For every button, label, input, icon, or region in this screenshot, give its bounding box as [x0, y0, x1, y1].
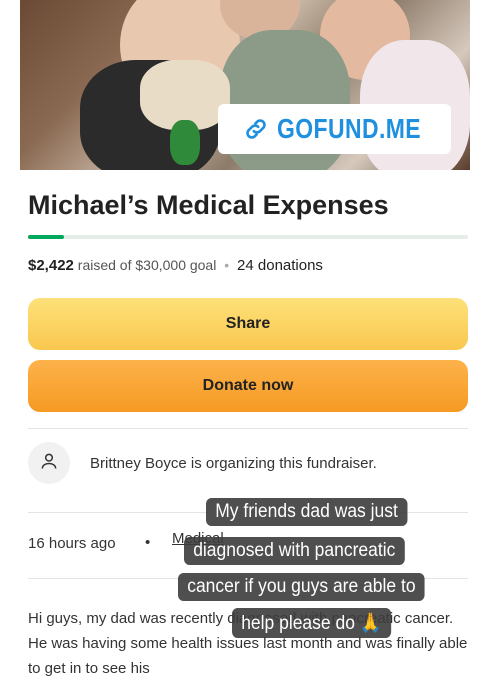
story-caption-line: cancer if you guys are able to [178, 573, 425, 601]
donation-count: 24 donations [237, 257, 323, 274]
progress-fill [28, 235, 64, 239]
story-caption-line: diagnosed with pancreatic [184, 537, 405, 565]
meta-separator: • [145, 534, 151, 551]
goal-text: raised of $30,000 goal [77, 257, 217, 273]
stats-separator: • [224, 257, 230, 273]
story-caption-line: My friends dad was just [206, 498, 408, 526]
story-caption-line: help please do 🙏 [232, 608, 391, 638]
link-sticker-text: GOFUND.ME [276, 113, 421, 144]
organizer-text: Brittney Boyce is organizing this fundra… [90, 455, 377, 472]
progress-bar [28, 235, 468, 239]
created-time: 16 hours ago [28, 535, 116, 552]
share-button[interactable]: Share [28, 298, 468, 350]
link-icon [243, 116, 269, 142]
funding-stats: $2,422 raised of $30,000 goal • 24 donat… [28, 257, 468, 274]
user-icon [39, 451, 59, 476]
amount-raised: $2,422 [28, 257, 74, 274]
organizer-avatar [28, 442, 70, 484]
campaign-title: Michael’s Medical Expenses [28, 190, 389, 220]
gofund-link-sticker[interactable]: GOFUND.ME [218, 104, 451, 154]
divider [28, 428, 468, 429]
donate-button[interactable]: Donate now [28, 360, 468, 412]
